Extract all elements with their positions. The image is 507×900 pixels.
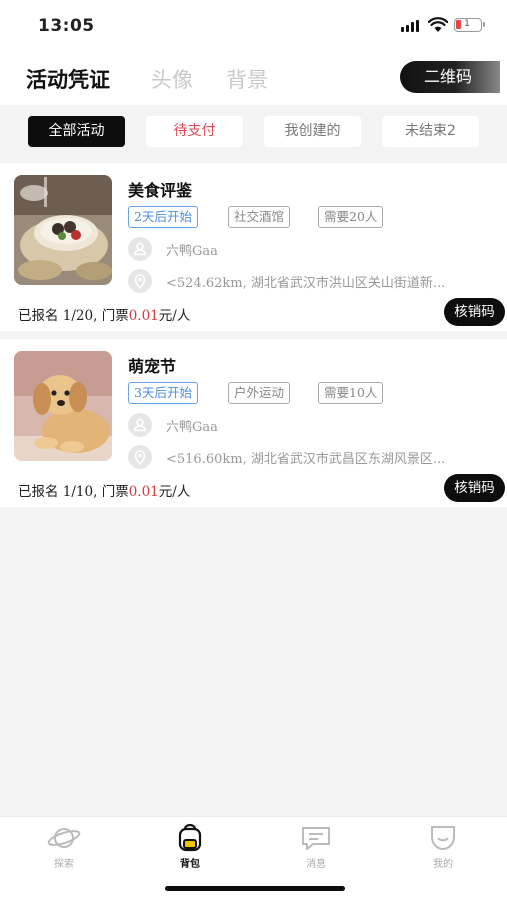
activity-tag-category: 户外运动 [228,382,291,404]
activity-thumbnail-food [14,175,112,285]
location-pin-icon [128,269,152,293]
ticket-price: 0.01 [128,308,159,324]
nav-messages[interactable]: 消息 [281,823,351,870]
location-text: <524.62km, 湖北省武汉市洪山区关山街道新... [166,276,446,291]
planet-icon [47,828,81,848]
home-indicator [165,886,345,891]
organizer-name: 六鸭Gaa [166,244,218,259]
tab-background[interactable]: 背景 [226,64,268,94]
verify-code-button[interactable]: 核销码 [444,474,505,502]
filter-bar: 全部活动 待支付 我创建的 未结束2 [0,105,507,162]
tab-activity-voucher[interactable]: 活动凭证 [26,64,110,94]
message-icon [302,827,330,850]
nav-backpack-label: 背包 [180,859,200,870]
filter-not-ended[interactable]: 未结束2 [382,116,479,147]
activity-thumbnail-puppy [14,351,112,461]
filter-pending-payment[interactable]: 待支付 [146,116,243,147]
activity-title: 萌宠节 [128,357,177,376]
activity-title: 美食评鉴 [128,181,193,200]
user-icon [128,237,152,261]
nav-backpack[interactable]: 背包 [155,823,225,870]
activity-tag-category: 社交酒馆 [228,206,291,228]
nav-explore-label: 探索 [54,859,74,870]
ticket-price: 0.01 [128,484,159,500]
organizer-name: 六鸭Gaa [166,420,218,435]
verify-code-button[interactable]: 核销码 [444,298,505,326]
filter-all-activities[interactable]: 全部活动 [28,116,125,147]
tab-avatar[interactable]: 头像 [151,64,193,94]
filter-my-created[interactable]: 我创建的 [264,116,361,147]
activity-card[interactable]: 萌宠节 3天后开始 户外运动 需要10人 六鸭Gaa <516.60km, 湖北… [0,339,507,507]
signup-info: 已报名 1/20, 门票0.01元/人 [18,308,191,324]
activity-tag-start: 2天后开始 [128,206,198,228]
battery-icon: 1 [454,18,485,32]
backpack-icon [178,823,202,852]
qr-code-button[interactable]: 二维码 [400,61,500,93]
nav-messages-label: 消息 [306,859,326,870]
nav-profile[interactable]: 我的 [408,823,478,870]
status-bar: 13:05 1 [0,0,507,50]
location-text: <516.60km, 湖北省武汉市武昌区东湖风景区... [166,452,446,467]
top-nav: 活动凭证 头像 背景 二维码 [0,50,507,105]
nav-explore[interactable]: 探索 [29,823,99,870]
location-pin-icon [128,445,152,469]
profile-icon [431,826,455,850]
activity-card[interactable]: 美食评鉴 2天后开始 社交酒馆 需要20人 六鸭Gaa <524.62km, 湖… [0,163,507,331]
wifi-icon [428,17,448,32]
activity-tag-capacity: 需要20人 [318,206,384,228]
activity-tag-start: 3天后开始 [128,382,198,404]
signup-info: 已报名 1/10, 门票0.01元/人 [18,484,191,500]
nav-profile-label: 我的 [433,859,453,870]
signal-icon [401,20,421,32]
user-icon [128,413,152,437]
status-time: 13:05 [38,16,95,36]
activity-tag-capacity: 需要10人 [318,382,384,404]
battery-level: 1 [464,19,470,29]
